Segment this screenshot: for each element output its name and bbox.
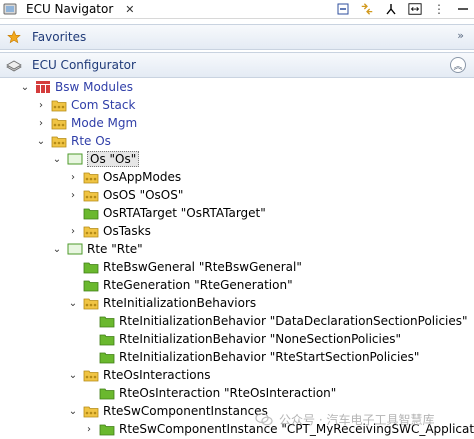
chevron-down-icon[interactable]: ⌄	[68, 298, 78, 309]
chevron-right-icon[interactable]: ›	[68, 190, 78, 201]
chevron-down-icon[interactable]: ⌄	[36, 136, 46, 147]
module-tree: ⌄ Bsw Modules › Com Stack › Mode Mgm ⌄ R…	[0, 78, 474, 439]
collapse-all-icon[interactable]	[336, 2, 350, 16]
tree-item-rteinitializationbehaviors[interactable]: ⌄ RteInitializationBehaviors	[68, 294, 256, 312]
chevron-right-icon[interactable]: ›	[36, 100, 46, 111]
favorites-label: Favorites	[32, 30, 87, 44]
ecu-configurator-icon	[6, 58, 22, 72]
expand-section-icon[interactable]: »	[457, 29, 464, 42]
tree-item-init-behavior-rtestart[interactable]: RteInitializationBehavior "RteStartSecti…	[99, 348, 419, 366]
tree-item-label: RteOsInteraction "RteOsInteraction"	[119, 386, 337, 400]
tree-item-init-behavior-none[interactable]: RteInitializationBehavior "NoneSectionPo…	[99, 330, 401, 348]
chevron-right-icon[interactable]: ›	[84, 424, 94, 435]
tree-item-rtegeneration[interactable]: RteGeneration "RteGeneration"	[83, 276, 293, 294]
chevron-down-icon[interactable]: ⌄	[52, 244, 62, 255]
tree-item-osos[interactable]: › OsOS "OsOS"	[68, 186, 183, 204]
view-toolbar: ⋮	[336, 0, 470, 18]
collapse-section-icon[interactable]: ︽	[450, 57, 466, 73]
view-title: ECU Navigator	[26, 2, 114, 16]
tree-item-label: RteSwComponentInstances	[103, 404, 268, 418]
module-icon	[67, 152, 83, 166]
container-icon	[99, 314, 115, 328]
tree-item-osrtatarget[interactable]: OsRTATarget "OsRTATarget"	[83, 204, 266, 222]
ecu-configurator-section[interactable]: ECU Configurator ︽	[0, 52, 474, 78]
container-icon	[83, 278, 99, 292]
favorites-section[interactable]: Favorites »	[0, 24, 474, 50]
watermark-text: 公众号 · 汽车电子工具智慧库	[279, 412, 435, 427]
tree-item-mode-mgm[interactable]: › Mode Mgm	[36, 114, 137, 132]
tree-item-label: Bsw Modules	[55, 80, 133, 94]
tree-item-label: Mode Mgm	[71, 116, 138, 130]
folder-icon	[83, 368, 99, 382]
chevron-right-icon[interactable]: ›	[68, 226, 78, 237]
container-icon	[99, 350, 115, 364]
tree-item-rteosinteraction[interactable]: RteOsInteraction "RteOsInteraction"	[99, 384, 336, 402]
chevron-down-icon[interactable]: ⌄	[52, 154, 62, 165]
ecu-navigator-icon	[2, 2, 18, 16]
tree-item-com-stack[interactable]: › Com Stack	[36, 96, 135, 114]
tree-item-ostasks[interactable]: › OsTasks	[68, 222, 151, 240]
tree-item-rtebswgeneral[interactable]: RteBswGeneral "RteBswGeneral"	[83, 258, 302, 276]
expand-width-icon[interactable]	[408, 2, 422, 16]
chevron-down-icon[interactable]: ⌄	[20, 82, 30, 93]
view-title-bar: ECU Navigator ✕ ⋮	[0, 0, 474, 19]
container-icon	[83, 260, 99, 274]
ecu-configurator-label: ECU Configurator	[32, 58, 136, 72]
folder-icon	[51, 134, 67, 148]
minimize-icon[interactable]	[456, 2, 470, 16]
container-icon	[99, 332, 115, 346]
watermark: 公众号 · 汽车电子工具智慧库	[255, 409, 434, 429]
tree-item-label: Rte Os	[71, 134, 111, 148]
chevron-down-icon[interactable]: ⌄	[68, 406, 78, 417]
tree-item-osappmodes[interactable]: › OsAppModes	[68, 168, 181, 186]
chevron-right-icon[interactable]: ›	[36, 118, 46, 129]
tree-item-init-behavior-datadecl[interactable]: RteInitializationBehavior "DataDeclarati…	[99, 312, 468, 330]
folder-icon	[83, 404, 99, 418]
tree-item-label: OsRTATarget "OsRTATarget"	[103, 206, 266, 220]
folder-icon	[83, 224, 99, 238]
modules-icon	[35, 80, 51, 94]
tree-item-label: RteInitializationBehaviors	[103, 296, 257, 310]
tree-item-label: RteInitializationBehavior "DataDeclarati…	[119, 314, 468, 328]
tree-item-label: RteGeneration "RteGeneration"	[103, 278, 293, 292]
chevron-right-icon[interactable]: ›	[68, 172, 78, 183]
module-icon	[67, 242, 83, 256]
folder-icon	[83, 188, 99, 202]
folder-icon	[83, 296, 99, 310]
tree-item-label: RteInitializationBehavior "RteStartSecti…	[119, 350, 420, 364]
tree-item-bsw-modules[interactable]: ⌄ Bsw Modules	[20, 78, 133, 96]
tree-item-label: Rte "Rte"	[87, 242, 143, 256]
branch-filter-icon[interactable]	[384, 2, 398, 16]
wechat-logo-icon	[255, 412, 273, 426]
container-icon	[99, 422, 115, 436]
chevron-down-icon[interactable]: ⌄	[68, 370, 78, 381]
tree-item-rteosinteractions[interactable]: ⌄ RteOsInteractions	[68, 366, 211, 384]
tree-item-label: RteOsInteractions	[103, 368, 211, 382]
ecu-navigator-tab[interactable]: ECU Navigator ✕	[0, 0, 150, 18]
link-with-editor-icon[interactable]	[360, 2, 374, 16]
tree-item-label: OsTasks	[103, 224, 151, 238]
tree-item-label: RteInitializationBehavior "NoneSectionPo…	[119, 332, 402, 346]
container-icon	[83, 206, 99, 220]
folder-icon	[51, 116, 67, 130]
tree-item-label: OsOS "OsOS"	[103, 188, 184, 202]
view-menu-icon[interactable]: ⋮	[432, 2, 446, 16]
tree-item-rte-os[interactable]: ⌄ Rte Os	[36, 132, 111, 150]
star-icon	[6, 30, 22, 44]
tree-item-rte[interactable]: ⌄ Rte "Rte"	[52, 240, 143, 258]
tree-item-label: Os "Os"	[87, 151, 140, 167]
tree-item-label: Com Stack	[71, 98, 136, 112]
folder-icon	[83, 170, 99, 184]
tree-item-label: OsAppModes	[103, 170, 182, 184]
tree-item-rteswcomponentinstances[interactable]: ⌄ RteSwComponentInstances	[68, 402, 268, 420]
container-icon	[99, 386, 115, 400]
folder-icon	[51, 98, 67, 112]
tree-item-label: RteBswGeneral "RteBswGeneral"	[103, 260, 302, 274]
close-icon[interactable]: ✕	[125, 3, 134, 16]
tree-item-os[interactable]: ⌄ Os "Os"	[52, 150, 140, 168]
